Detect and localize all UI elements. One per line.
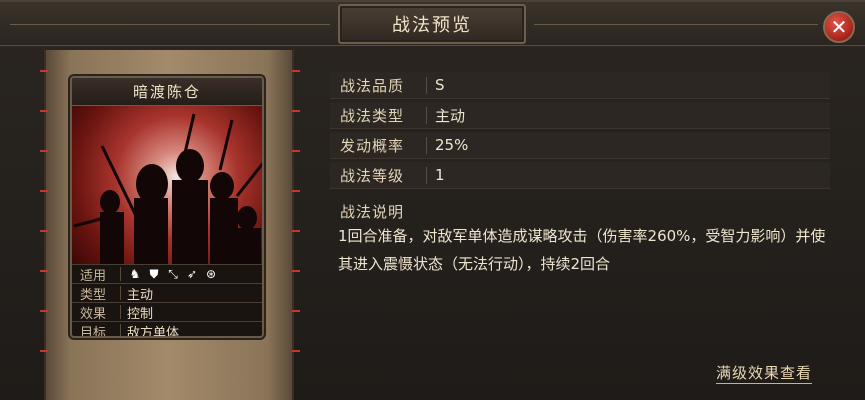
prop-value: S: [435, 76, 445, 94]
close-icon: ✕: [830, 15, 848, 39]
card-row-value: 控制: [127, 306, 154, 322]
prop-label: 发动概率: [340, 136, 405, 155]
shield-icon: ⛊: [149, 267, 159, 281]
card-row-value: 主动: [127, 287, 154, 303]
cavalry-icon: ♞: [129, 267, 141, 281]
prop-label: 战法类型: [340, 106, 405, 125]
description-title: 战法说明: [340, 203, 405, 221]
close-button[interactable]: ✕: [823, 11, 855, 43]
prop-value: 主动: [435, 106, 466, 125]
card-row-label: 目标: [80, 325, 107, 338]
skill-name: 暗渡陈仓: [72, 78, 262, 106]
card-row-target: 目标 敌方单体: [72, 321, 262, 338]
skill-preview-panel: 战法预览 ✕ 暗渡陈仓 适用 ♞ ⛊ ⤡ ➶ ⊛ 类型 主动 效果 控制 目标 …: [0, 0, 865, 400]
prop-label: 战法品质: [340, 76, 405, 95]
spear-icon: ➶: [186, 267, 198, 281]
full-effect-link[interactable]: 满级效果查看: [716, 362, 813, 384]
warriors-silhouette: [73, 113, 262, 264]
window-title: 战法预览: [338, 4, 526, 44]
description-text: 1回合准备，对敌军单体造成谋略攻击（伤害率260%，受智力影响）并使其进入震慑状…: [338, 227, 826, 273]
skill-artwork: [72, 106, 262, 264]
card-row-applicable: 适用 ♞ ⛊ ⤡ ➶ ⊛: [72, 264, 262, 284]
card-row-label: 适用: [80, 268, 107, 284]
card-row-label: 效果: [80, 306, 107, 322]
prop-row-level: 战法等级 1: [330, 162, 830, 189]
card-row-label: 类型: [80, 287, 107, 303]
skill-card: 暗渡陈仓 适用 ♞ ⛊ ⤡ ➶ ⊛ 类型 主动 效果 控制 目标 敌方单体: [70, 76, 264, 338]
prop-value: 25%: [435, 136, 469, 154]
prop-label: 战法等级: [340, 166, 405, 185]
bow-icon: ⤡: [168, 267, 178, 281]
prop-value: 1: [435, 166, 445, 184]
card-row-type: 类型 主动: [72, 283, 262, 303]
card-row-effect: 效果 控制: [72, 302, 262, 322]
card-row-value: 敌方单体: [127, 325, 180, 338]
prop-row-probability: 发动概率 25%: [330, 132, 830, 159]
prop-row-type: 战法类型 主动: [330, 102, 830, 129]
prop-row-quality: 战法品质 S: [330, 72, 830, 99]
wheel-icon: ⊛: [205, 267, 217, 281]
